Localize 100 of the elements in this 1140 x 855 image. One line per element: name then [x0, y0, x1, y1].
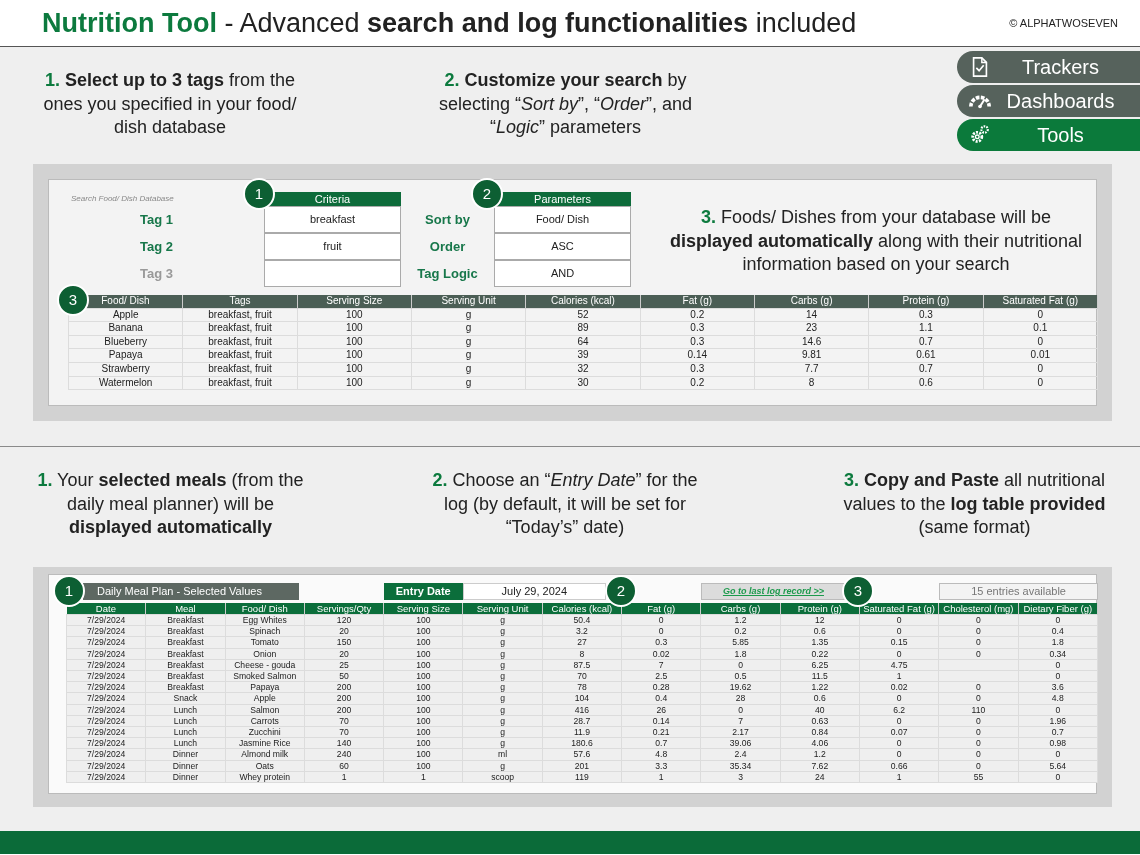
- table-cell: Breakfast: [145, 648, 226, 660]
- table-cell: 12: [780, 614, 860, 626]
- table-cell: 1: [621, 771, 701, 783]
- step-number-badge: 1: [243, 178, 275, 210]
- table-cell: 0: [983, 308, 1098, 322]
- nav-button[interactable]: Dashboards: [957, 85, 1140, 117]
- table-cell: 40: [780, 704, 860, 716]
- table-cell: 0.4: [1018, 625, 1098, 637]
- gears-icon: [969, 124, 991, 146]
- table-cell: 0: [859, 737, 939, 749]
- table-cell: 6.2: [859, 704, 939, 716]
- step-text: 2. Choose an “Entry Date” for the log (by default, it will be set for “Today’s” date): [431, 469, 699, 539]
- table-cell: 0: [983, 376, 1098, 390]
- table-cell: 0: [1018, 614, 1098, 626]
- table-cell: 50.4: [542, 614, 622, 626]
- column-header: Saturated Fat (g): [983, 295, 1098, 309]
- table-cell: 5.64: [1018, 760, 1098, 772]
- table-cell: 35.34: [700, 760, 781, 772]
- table-cell: 0.14: [621, 715, 701, 727]
- table-cell: 0: [1018, 670, 1098, 682]
- table-cell: 100: [383, 760, 463, 772]
- header-title: Nutrition Tool - Advanced search and log functionalities included: [42, 6, 857, 40]
- table-cell: 100: [383, 670, 463, 682]
- table-cell: 6.25: [780, 659, 860, 671]
- table-cell: 8: [754, 376, 869, 390]
- table-cell: scoop: [463, 771, 543, 783]
- table-cell: Breakfast: [145, 625, 226, 637]
- table-cell: Strawberry: [68, 362, 183, 377]
- table-cell: Lunch: [145, 726, 226, 738]
- table-cell: 0.1: [983, 321, 1098, 336]
- table-cell: 7/29/2024: [66, 681, 146, 693]
- column-header: Food/ Dish: [225, 603, 305, 615]
- table-cell: 23: [754, 321, 869, 336]
- nav-button[interactable]: Tools: [957, 119, 1140, 151]
- tag-label: Tag 3: [139, 264, 174, 283]
- table-cell: Papaya: [225, 681, 305, 693]
- parameter-field: AND: [494, 260, 631, 287]
- table-cell: Smoked Salmon: [225, 670, 305, 682]
- table-cell: 0: [621, 625, 701, 637]
- table-cell: g: [411, 335, 526, 349]
- table-cell: 55: [938, 771, 1019, 783]
- column-header: Protein (g): [868, 295, 984, 309]
- table-cell: g: [463, 625, 543, 637]
- table-cell: 100: [383, 715, 463, 727]
- table-cell: 200: [304, 704, 384, 716]
- column-header: Tags: [182, 295, 298, 309]
- table-cell: 64: [525, 335, 641, 349]
- table-cell: Dinner: [145, 771, 226, 783]
- table-cell: 78: [542, 681, 622, 693]
- table-cell: 39.06: [700, 737, 781, 749]
- parameter-label: Sort by: [424, 210, 471, 229]
- table-cell: 87.5: [542, 659, 622, 671]
- step-text: 3. Foods/ Dishes from your database will be displayed automatically along with their nutritional information based on your search: [668, 206, 1084, 276]
- table-cell: 70: [304, 715, 384, 727]
- column-header: Carbs (g): [700, 603, 781, 615]
- table-cell: 100: [383, 681, 463, 693]
- table-cell: 1: [859, 771, 939, 783]
- table-cell: 0: [700, 659, 781, 671]
- table-cell: g: [463, 760, 543, 772]
- table-cell: 7/29/2024: [66, 726, 146, 738]
- nav-button[interactable]: Trackers: [957, 51, 1140, 83]
- table-cell: 30: [525, 376, 641, 390]
- table-cell: 0.98: [1018, 737, 1098, 749]
- table-cell: 100: [383, 737, 463, 749]
- table-cell: breakfast, fruit: [182, 335, 298, 349]
- table-cell: Jasmine Rice: [225, 737, 305, 749]
- table-cell: 2.17: [700, 726, 781, 738]
- table-cell: 0.2: [640, 308, 755, 322]
- parameter-field: Food/ Dish: [494, 206, 631, 233]
- table-cell: g: [463, 648, 543, 660]
- table-cell: 0: [938, 737, 1019, 749]
- table-cell: Spinach: [225, 625, 305, 637]
- table-cell: 100: [297, 308, 412, 322]
- table-cell: 0.61: [868, 348, 984, 363]
- table-cell: 0.5: [700, 670, 781, 682]
- table-cell: 0.63: [780, 715, 860, 727]
- step-number-badge: 3: [57, 284, 89, 316]
- table-cell: 0.28: [621, 681, 701, 693]
- table-cell: g: [463, 737, 543, 749]
- parameter-field: ASC: [494, 233, 631, 260]
- parameter-label: Tag Logic: [416, 264, 479, 283]
- table-cell: 3.3: [621, 760, 701, 772]
- table-cell: 1: [304, 771, 384, 783]
- table-cell: Dinner: [145, 760, 226, 772]
- table-cell: 25: [304, 659, 384, 671]
- table-cell: 100: [383, 625, 463, 637]
- table-cell: 200: [304, 681, 384, 693]
- table-cell: Lunch: [145, 737, 226, 749]
- copyright-text: © ALPHATWOSEVEN: [1009, 15, 1118, 31]
- table-cell: 0.7: [1018, 726, 1098, 738]
- table-cell: 14.6: [754, 335, 869, 349]
- table-cell: 0.6: [780, 625, 860, 637]
- table-cell: 0.07: [859, 726, 939, 738]
- table-cell: g: [463, 614, 543, 626]
- table-cell: 201: [542, 760, 622, 772]
- table-cell: 8: [542, 648, 622, 660]
- table-cell: Breakfast: [145, 670, 226, 682]
- table-cell: Oats: [225, 760, 305, 772]
- table-cell: 0.02: [859, 681, 939, 693]
- table-cell: 100: [383, 614, 463, 626]
